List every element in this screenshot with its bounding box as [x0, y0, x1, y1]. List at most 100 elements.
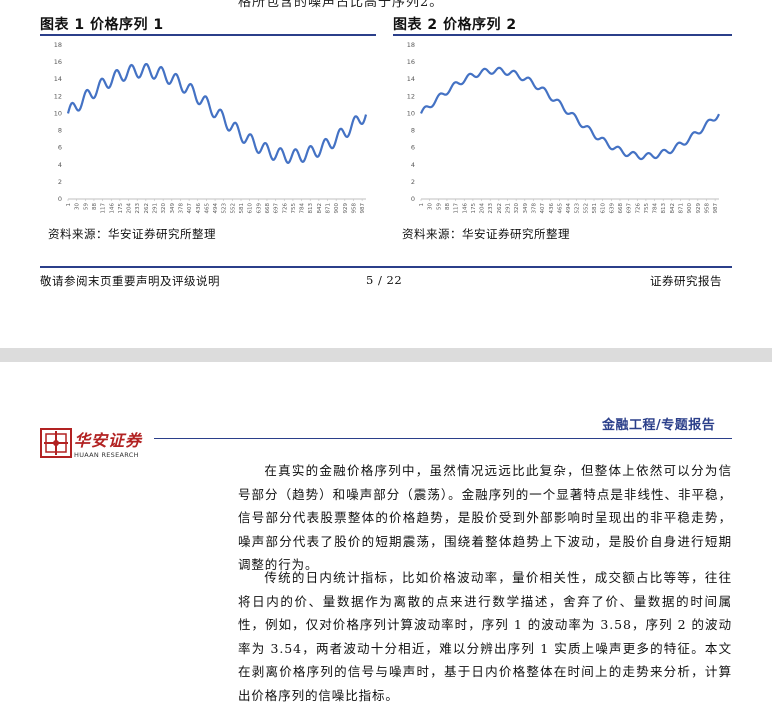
- x-tick-label: 30: [75, 203, 81, 210]
- x-tick-label: 813: [661, 203, 667, 214]
- page-number: 5 / 22: [366, 273, 403, 287]
- logo-subtitle: HUAAN RESEARCH: [74, 451, 139, 459]
- x-tick-label: 726: [282, 203, 288, 214]
- x-tick-label: 320: [514, 203, 520, 214]
- figure-1-title-rule: [40, 34, 376, 36]
- logo-seal-icon: [40, 428, 72, 458]
- y-tick-label: 2: [411, 178, 415, 186]
- x-tick-label: 523: [222, 203, 228, 214]
- x-tick-label: 465: [204, 203, 210, 214]
- x-tick-label: 784: [300, 203, 306, 214]
- figure-1-source: 资料来源：华安证券研究所整理: [48, 227, 216, 241]
- x-tick-label: 320: [161, 203, 167, 214]
- x-tick-label: 726: [635, 203, 641, 214]
- x-tick-label: 523: [575, 203, 581, 214]
- x-tick-label: 146: [109, 203, 115, 214]
- x-tick-label: 59: [83, 203, 89, 210]
- x-tick-label: 436: [549, 203, 555, 214]
- y-tick-label: 4: [58, 161, 62, 169]
- page-separator: [0, 348, 772, 362]
- x-tick-label: 1: [66, 203, 72, 207]
- x-tick-label: 610: [248, 203, 254, 214]
- footer-disclaimer: 敬请参阅末页重要声明及评级说明: [40, 274, 220, 288]
- y-tick-label: 6: [411, 144, 415, 152]
- x-tick-label: 552: [230, 203, 236, 214]
- x-tick-label: 871: [679, 203, 685, 214]
- x-tick-label: 175: [471, 203, 477, 214]
- x-tick-label: 407: [540, 203, 546, 214]
- figure-2-title-rule: [393, 34, 732, 36]
- x-tick-label: 349: [523, 203, 529, 214]
- x-tick-label: 958: [704, 203, 710, 214]
- x-tick-label: 349: [170, 203, 176, 214]
- y-tick-label: 0: [411, 195, 415, 203]
- x-tick-label: 900: [687, 203, 693, 214]
- x-tick-label: 204: [480, 203, 486, 214]
- x-tick-label: 59: [436, 203, 442, 210]
- x-tick-label: 755: [291, 203, 297, 214]
- price-series-line: [66, 62, 368, 165]
- x-tick-label: 639: [256, 203, 262, 214]
- y-tick-label: 18: [407, 41, 415, 49]
- x-tick-label: 958: [351, 203, 357, 214]
- figure-1-title: 图表 1 价格序列 1: [40, 17, 164, 33]
- x-tick-label: 291: [506, 203, 512, 214]
- figure-2-title: 图表 2 价格序列 2: [393, 17, 517, 33]
- x-tick-label: 407: [187, 203, 193, 214]
- x-tick-label: 262: [497, 203, 503, 214]
- y-tick-label: 8: [411, 127, 415, 135]
- x-tick-label: 262: [144, 203, 150, 214]
- x-tick-label: 668: [265, 203, 271, 214]
- y-tick-label: 4: [411, 161, 415, 169]
- report-type-label: 金融工程/专题报告: [602, 418, 716, 433]
- y-tick-label: 16: [54, 58, 62, 66]
- x-tick-label: 494: [213, 203, 219, 214]
- x-tick-label: 233: [135, 203, 141, 214]
- x-tick-label: 378: [178, 203, 184, 214]
- x-tick-label: 175: [118, 203, 124, 214]
- x-tick-label: 987: [713, 203, 719, 214]
- body-paragraph-2: 传统的日内统计指标，比如价格波动率，量价相关性，成交额占比等等，往往将日内的价、…: [238, 566, 732, 707]
- x-tick-label: 668: [618, 203, 624, 214]
- x-tick-label: 291: [153, 203, 159, 214]
- x-tick-label: 929: [696, 203, 702, 214]
- x-tick-label: 88: [92, 203, 98, 210]
- x-tick-label: 842: [317, 203, 323, 214]
- y-tick-label: 18: [54, 41, 62, 49]
- x-tick-label: 117: [454, 203, 460, 214]
- x-tick-label: 639: [609, 203, 615, 214]
- header-rule: [154, 438, 732, 439]
- x-tick-label: 610: [601, 203, 607, 214]
- x-tick-label: 436: [196, 203, 202, 214]
- x-tick-label: 842: [670, 203, 676, 214]
- x-tick-label: 581: [592, 203, 598, 214]
- x-tick-label: 871: [326, 203, 332, 214]
- y-tick-label: 10: [54, 109, 62, 117]
- footer-rule: [40, 266, 732, 268]
- x-tick-label: 494: [566, 203, 572, 214]
- x-tick-label: 697: [274, 203, 280, 214]
- y-tick-label: 12: [407, 92, 415, 100]
- x-tick-label: 929: [343, 203, 349, 214]
- x-tick-label: 1: [419, 203, 425, 207]
- x-tick-label: 755: [644, 203, 650, 214]
- x-tick-label: 204: [127, 203, 133, 214]
- x-tick-label: 552: [583, 203, 589, 214]
- logo-wordmark: 华安证券: [74, 431, 143, 450]
- x-tick-label: 900: [334, 203, 340, 214]
- cut-off-text-line: 格所包含的噪声占比高于序列2。: [238, 0, 444, 10]
- x-tick-label: 697: [627, 203, 633, 214]
- y-tick-label: 8: [58, 127, 62, 135]
- x-tick-label: 146: [462, 203, 468, 214]
- x-tick-label: 581: [239, 203, 245, 214]
- y-tick-label: 2: [58, 178, 62, 186]
- x-tick-label: 987: [360, 203, 366, 214]
- price-series-line: [420, 66, 720, 161]
- x-tick-label: 233: [488, 203, 494, 214]
- x-tick-label: 465: [557, 203, 563, 214]
- y-tick-label: 10: [407, 109, 415, 117]
- y-tick-label: 6: [58, 144, 62, 152]
- footer-report-label: 证券研究报告: [650, 274, 722, 288]
- x-tick-label: 30: [428, 203, 434, 210]
- y-tick-label: 0: [58, 195, 62, 203]
